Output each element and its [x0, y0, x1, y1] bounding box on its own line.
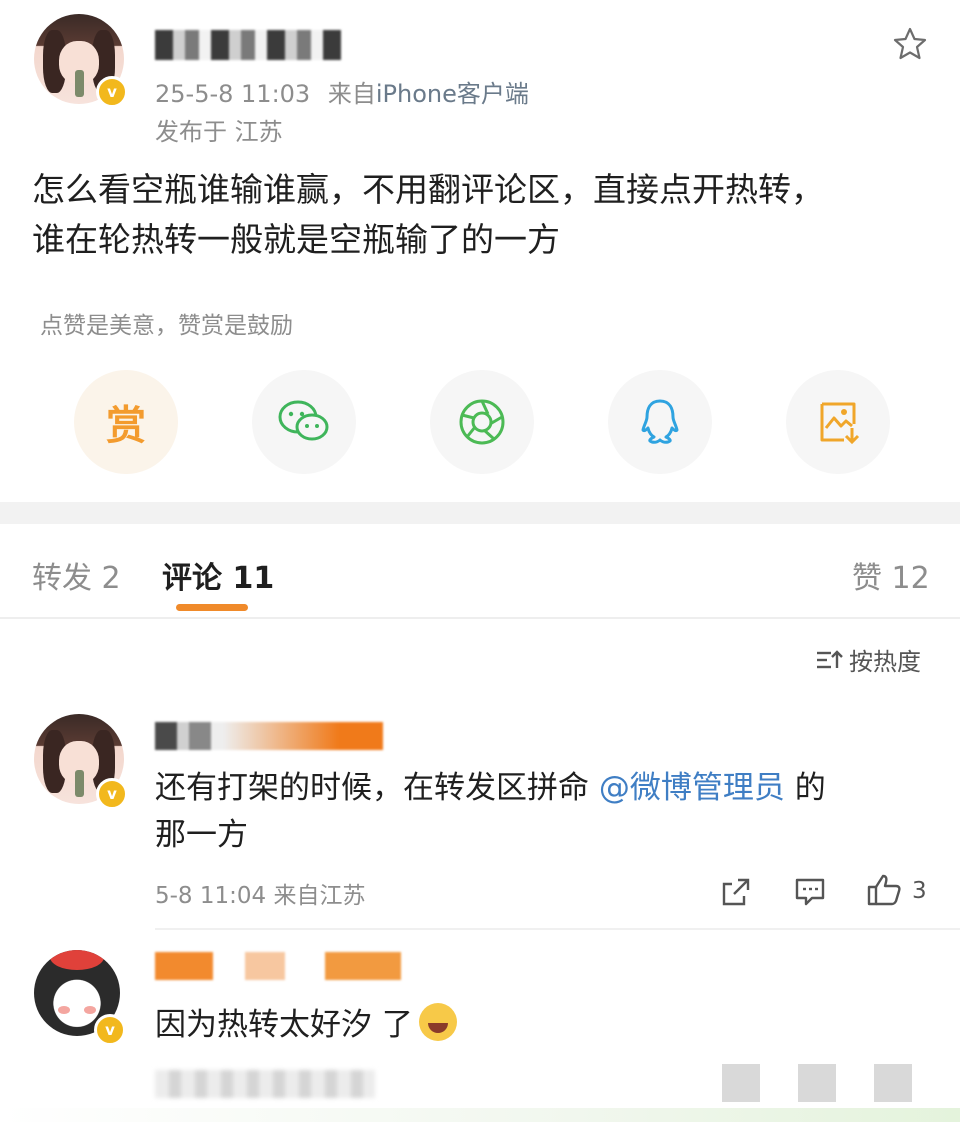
share-moments-button[interactable]	[430, 370, 534, 474]
post-text-line-1: 怎么看空瓶谁输谁赢，不用翻评论区，直接点开热转，	[32, 170, 824, 209]
reward-label: 赏	[106, 403, 146, 449]
share-wechat-button[interactable]	[252, 370, 356, 474]
post-body: 怎么看空瓶谁输谁赢，不用翻评论区，直接点开热转， 谁在轮热转一般就是空瓶输了的一…	[32, 165, 932, 265]
post-text-line-2: 谁在轮热转一般就是空瓶输了的一方	[32, 220, 560, 259]
section-divider	[0, 502, 960, 524]
like-count: 3	[912, 878, 927, 904]
mention-link[interactable]: @微博管理员	[599, 770, 785, 806]
sort-label: 按热度	[849, 648, 921, 676]
sort-icon	[817, 649, 843, 668]
sort-button[interactable]: 按热度	[815, 642, 921, 677]
verified-badge: v	[96, 76, 128, 108]
comment-2-text: 因为热转太好汐 了	[155, 1007, 413, 1043]
comment-meta-redacted	[155, 1070, 375, 1098]
reward-button[interactable]: 赏	[74, 370, 178, 474]
active-tab-indicator	[176, 604, 248, 611]
comment-text-line-2: 那一方	[155, 817, 248, 853]
post-source-prefix: 来自	[327, 80, 376, 108]
author-name-redacted[interactable]	[155, 30, 341, 60]
comment-text-2: 因为热转太好汐 了	[155, 1002, 915, 1049]
save-image-button[interactable]	[786, 370, 890, 474]
comment-text: 还有打架的时候，在转发区拼命 @微博管理员 的 那一方	[155, 765, 915, 859]
bottom-edge	[0, 1108, 960, 1122]
share-qq-button[interactable]	[608, 370, 712, 474]
save-image-icon	[820, 402, 860, 445]
like-icon[interactable]	[866, 873, 902, 907]
comment-text-part-1: 还有打架的时候，在转发区拼命	[155, 770, 599, 806]
comment-meta: 5-8 11:04 来自江苏	[155, 883, 366, 909]
reward-hint: 点赞是美意，赞赏是鼓励	[40, 313, 293, 339]
post-source[interactable]: iPhone客户端	[376, 80, 529, 108]
tab-comments[interactable]: 评论 11	[162, 553, 274, 597]
commenter-name-redacted[interactable]	[155, 722, 383, 750]
repost-icon[interactable]	[720, 876, 752, 908]
post-meta: 25-5-8 11:03 来自iPhone客户端	[155, 74, 529, 109]
tab-repost[interactable]: 转发 2	[32, 553, 121, 597]
wechat-icon	[278, 400, 329, 441]
redacted-block	[798, 1064, 836, 1102]
commenter-verified-badge: v	[96, 778, 128, 810]
qq-icon	[641, 399, 679, 444]
comment-icon[interactable]	[794, 877, 826, 907]
commenter-name-redacted-2[interactable]	[155, 952, 401, 980]
tab-likes[interactable]: 赞 12	[852, 553, 930, 597]
redacted-block	[722, 1064, 760, 1102]
redacted-block	[874, 1064, 912, 1102]
post-timestamp: 25-5-8 11:03	[155, 80, 311, 108]
tabs-divider	[0, 617, 960, 619]
post-location: 发布于 江苏	[155, 118, 283, 146]
comment-divider	[155, 928, 960, 930]
moments-icon	[459, 399, 505, 445]
commenter-verified-badge-2: v	[94, 1014, 126, 1046]
star-icon[interactable]	[892, 26, 928, 62]
laugh-emoji	[418, 1003, 457, 1041]
comment-text-part-2: 的	[784, 770, 826, 806]
